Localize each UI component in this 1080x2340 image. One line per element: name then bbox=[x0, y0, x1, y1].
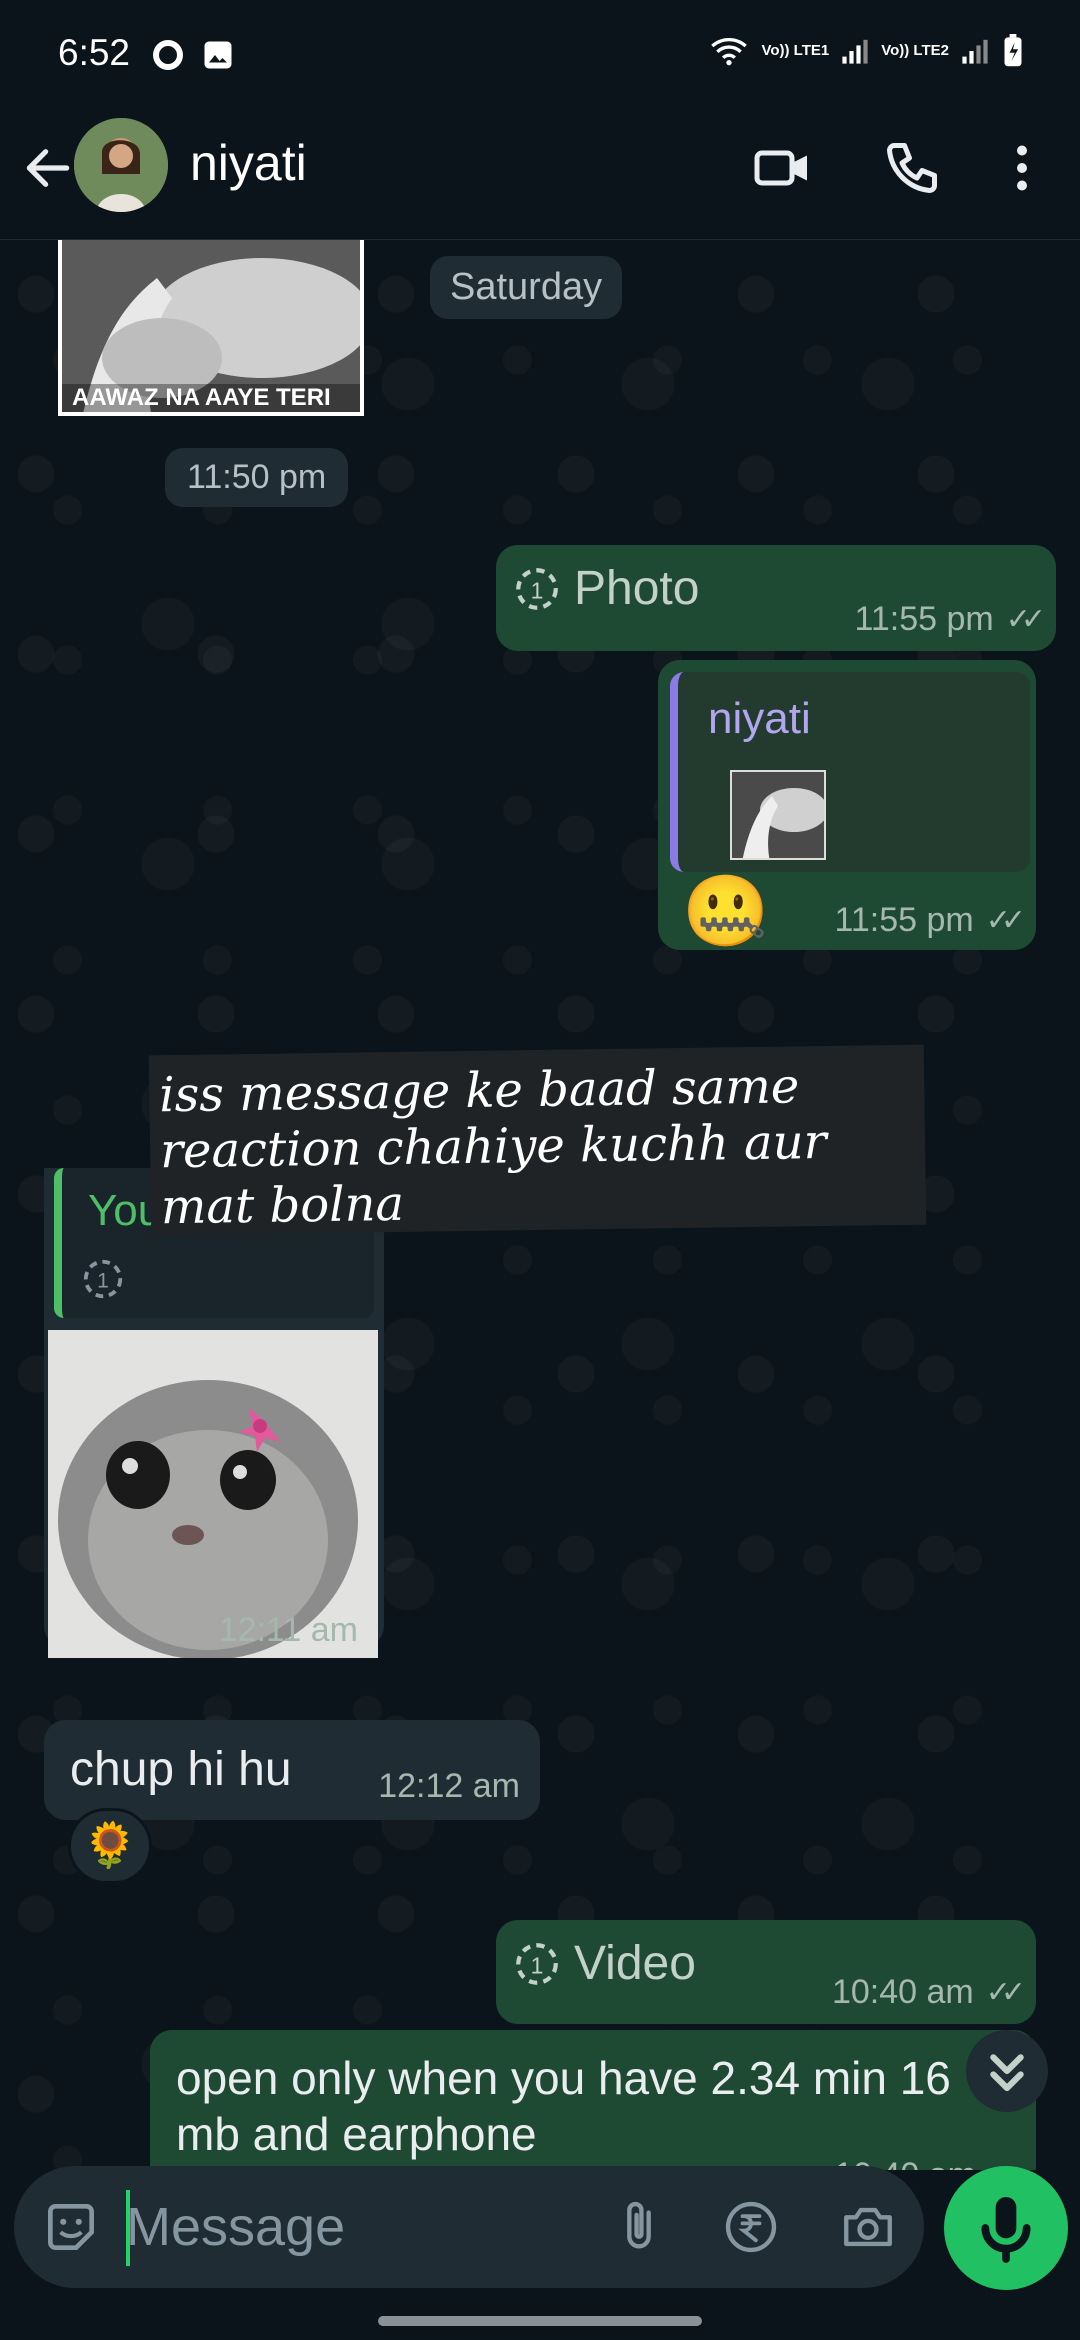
svg-text:1: 1 bbox=[531, 577, 544, 603]
view-once-label: Photo bbox=[574, 562, 700, 615]
message-time: 11:55 pm bbox=[834, 901, 974, 939]
quoted-sender: niyati bbox=[708, 694, 811, 743]
contact-name[interactable]: niyati bbox=[190, 134, 307, 192]
rupee-payment-icon[interactable] bbox=[722, 2198, 780, 2256]
status-time: 6:52 bbox=[58, 32, 131, 73]
hamster-image[interactable] bbox=[48, 1330, 378, 1658]
view-once-label: Video bbox=[574, 1937, 696, 1990]
message-time: 11:55 pm bbox=[854, 600, 994, 638]
read-ticks-icon: ✓✓ bbox=[985, 904, 1026, 937]
message-text: chup hi hu bbox=[70, 1743, 292, 1796]
message-meta: 11:55 pm ✓✓ bbox=[854, 600, 1046, 639]
quoted-image-thumbnail bbox=[730, 770, 826, 860]
message-time: 12:11 am bbox=[218, 1611, 358, 1649]
gesture-nav-bar[interactable] bbox=[378, 2316, 702, 2326]
quoted-message[interactable]: niyati bbox=[670, 672, 1030, 872]
double-chevron-down-icon bbox=[990, 2054, 1024, 2092]
outgoing-video-message[interactable]: 1 Video 10:40 am ✓✓ bbox=[496, 1920, 1036, 2024]
outgoing-photo-message[interactable]: 1 Photo 11:55 pm ✓✓ bbox=[496, 545, 1056, 651]
message-time: 10:40 am bbox=[831, 1973, 974, 2011]
chat-header: niyati bbox=[0, 110, 1080, 240]
date-chip: Saturday bbox=[430, 256, 623, 319]
message-meta: 10:40 am ✓✓ bbox=[831, 1973, 1026, 2012]
back-arrow-icon[interactable] bbox=[20, 140, 76, 196]
svg-text:1: 1 bbox=[531, 1952, 544, 1978]
contact-avatar[interactable] bbox=[74, 118, 168, 212]
wifi-icon bbox=[711, 38, 748, 66]
status-bar: 6:52 Vo)) LTE1 Vo)) LTE2 bbox=[0, 0, 1080, 110]
message-time: 12:12 am bbox=[378, 1767, 520, 1805]
camera-icon[interactable] bbox=[838, 2198, 898, 2256]
image-caption: AAWAZ NA AAYE TERI bbox=[62, 384, 360, 412]
message-input[interactable]: Message bbox=[126, 2196, 345, 2258]
emoji-message: 🤐 bbox=[682, 872, 770, 950]
overlay-note: iss message ke baad same reaction chahiy… bbox=[148, 1044, 927, 1236]
quoted-image-content bbox=[732, 772, 824, 858]
reaction-badge[interactable]: 🌻 bbox=[68, 1808, 152, 1884]
scroll-to-bottom-button[interactable] bbox=[966, 2030, 1048, 2112]
chat-area[interactable]: AAWAZ NA AAYE TERI Saturday 11:50 pm 1 P… bbox=[0, 240, 1080, 2170]
incoming-reply-message[interactable]: You 1 12:11 am bbox=[44, 1168, 384, 1658]
image-time: 11:50 pm bbox=[165, 448, 349, 507]
more-options-icon[interactable] bbox=[992, 138, 1052, 198]
battery-charging-icon bbox=[1004, 34, 1022, 67]
view-once-icon: 1 bbox=[516, 567, 558, 610]
view-once-icon: 1 bbox=[83, 1259, 123, 1299]
incoming-text-message[interactable]: chup hi hu 12:12 am bbox=[44, 1720, 540, 1820]
message-composer[interactable]: Message bbox=[14, 2166, 924, 2288]
view-once-photo: 1 Photo bbox=[512, 561, 699, 616]
view-once-icon: 1 bbox=[516, 1942, 558, 1985]
status-notification-icons bbox=[150, 37, 236, 73]
hamster-picture bbox=[48, 1330, 378, 1658]
signal-sim2-icon bbox=[962, 39, 988, 64]
message-meta: 11:55 pm ✓✓ bbox=[834, 901, 1026, 940]
whatsapp-notification-icon bbox=[153, 40, 183, 70]
svg-text:1: 1 bbox=[97, 1270, 109, 1293]
outgoing-text-message[interactable]: open only when you have 2.34 min 16 mb a… bbox=[150, 2030, 1036, 2170]
status-right-icons: Vo)) LTE1 Vo)) LTE2 bbox=[709, 34, 1025, 68]
sim1-label: Vo)) LTE1 bbox=[761, 42, 830, 59]
emoji-sticker-icon[interactable] bbox=[40, 2196, 102, 2258]
mic-icon bbox=[981, 2197, 1031, 2263]
voice-record-button[interactable] bbox=[944, 2166, 1068, 2290]
read-ticks-icon: ✓✓ bbox=[985, 1976, 1026, 2009]
view-once-video: 1 Video bbox=[512, 1936, 696, 1991]
image-message[interactable]: AAWAZ NA AAYE TERI bbox=[58, 240, 364, 416]
signal-sim1-icon bbox=[842, 39, 868, 64]
read-ticks-icon: ✓✓ bbox=[1005, 603, 1046, 636]
outgoing-reply-message[interactable]: niyati 🤐 11:55 pm ✓✓ bbox=[658, 660, 1036, 950]
sim2-label: Vo)) LTE2 bbox=[881, 42, 949, 59]
video-call-icon[interactable] bbox=[752, 138, 812, 198]
avatar-image bbox=[74, 118, 168, 212]
gallery-notification-icon bbox=[204, 41, 232, 69]
message-text: open only when you have 2.34 min 16 mb a… bbox=[176, 2052, 951, 2160]
phone-call-icon[interactable] bbox=[882, 138, 942, 198]
attach-icon[interactable] bbox=[610, 2198, 668, 2256]
